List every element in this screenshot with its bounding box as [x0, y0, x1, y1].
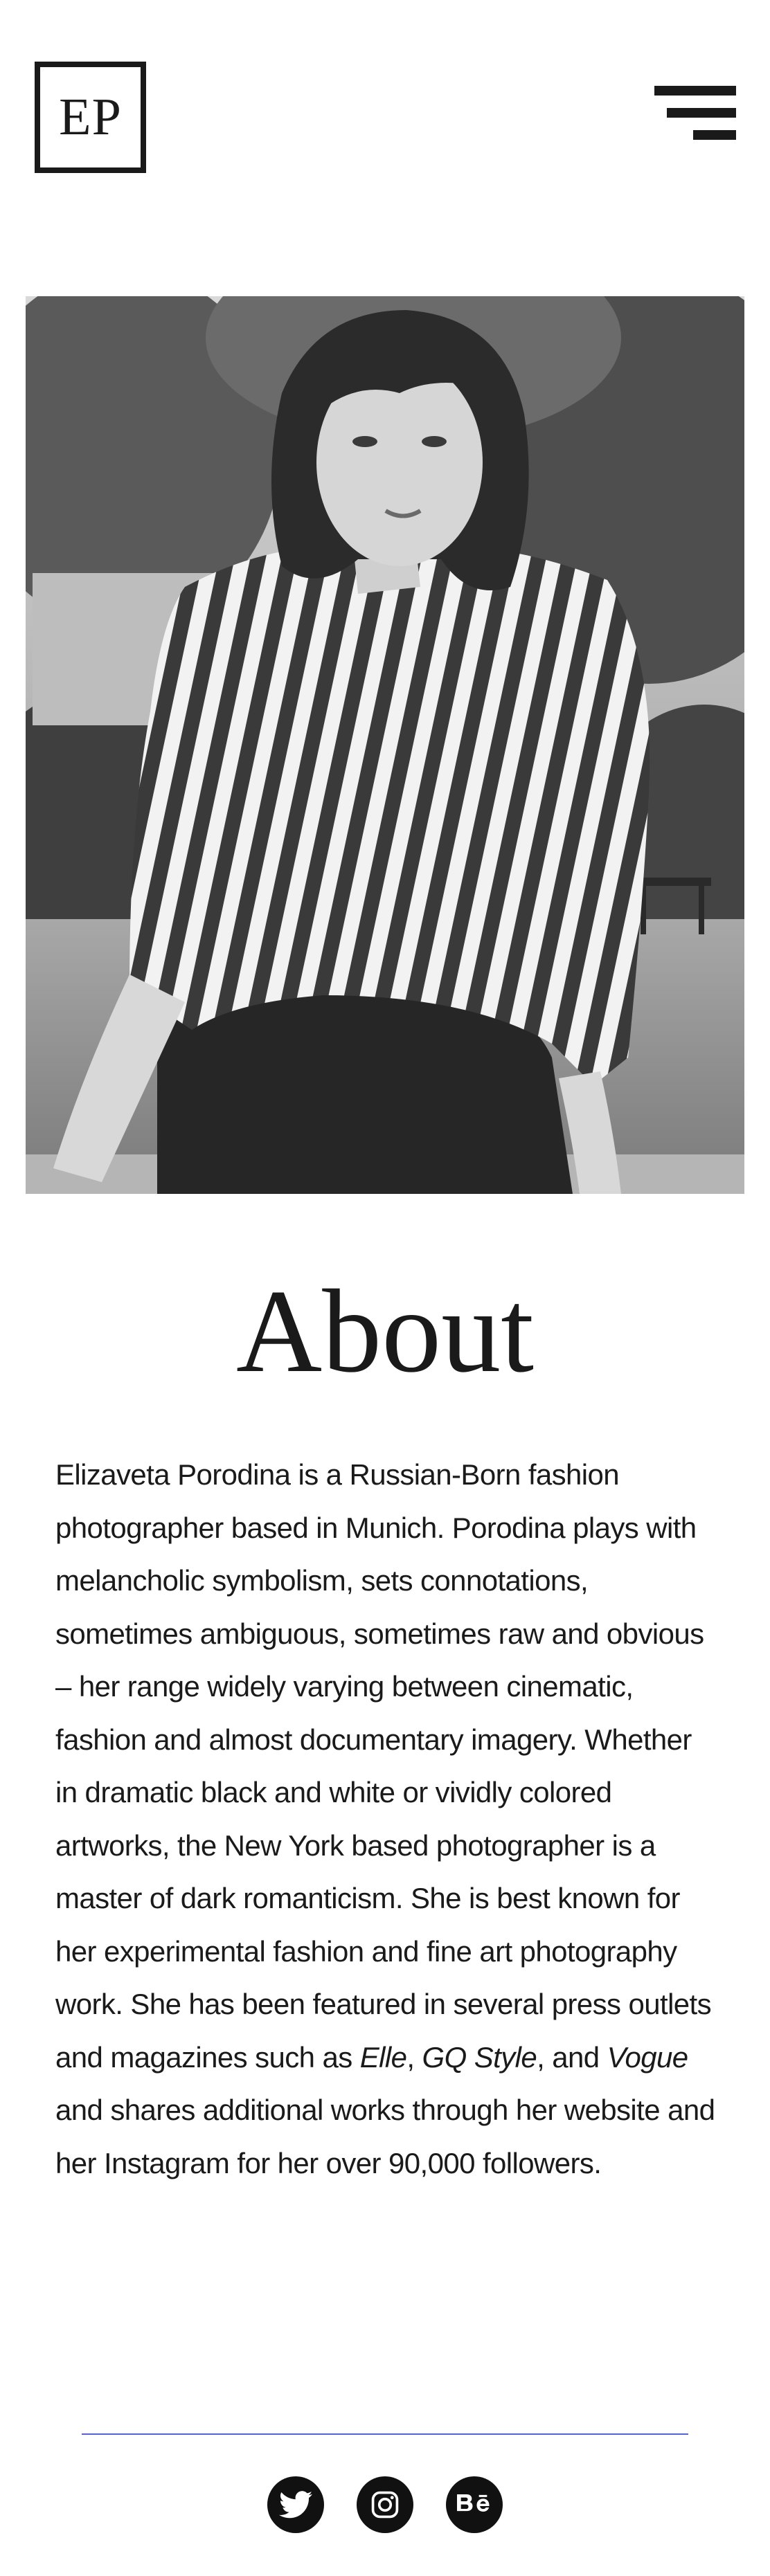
instagram-icon: [371, 2491, 399, 2519]
menu-bar: [693, 130, 736, 140]
portrait-illustration: [26, 296, 744, 1194]
menu-button[interactable]: [654, 86, 736, 140]
about-text-part1: Elizaveta Porodina is a Russian-Born fas…: [55, 1458, 712, 2074]
social-links: [0, 2476, 770, 2533]
twitter-icon: [279, 2491, 312, 2519]
logo-text: EP: [59, 88, 122, 146]
magazine-gq-style: GQ Style: [422, 2040, 537, 2074]
footer-divider: [82, 2433, 688, 2435]
about-paragraph: Elizaveta Porodina is a Russian-Born fas…: [55, 1449, 720, 2190]
menu-bar: [667, 108, 736, 118]
hero-portrait-image: [26, 296, 744, 1194]
behance-icon: [457, 2494, 490, 2512]
about-text-part2: and shares additional works through her …: [55, 2094, 715, 2179]
magazine-vogue: Vogue: [607, 2040, 688, 2074]
logo[interactable]: EP: [35, 62, 146, 173]
instagram-link[interactable]: [357, 2476, 413, 2533]
magazine-elle: Elle: [359, 2040, 407, 2074]
behance-link[interactable]: [446, 2476, 503, 2533]
menu-bar: [654, 86, 736, 96]
separator: , and: [537, 2040, 607, 2074]
separator: ,: [406, 2040, 422, 2074]
twitter-link[interactable]: [267, 2476, 324, 2533]
page-title: About: [236, 1266, 534, 1397]
